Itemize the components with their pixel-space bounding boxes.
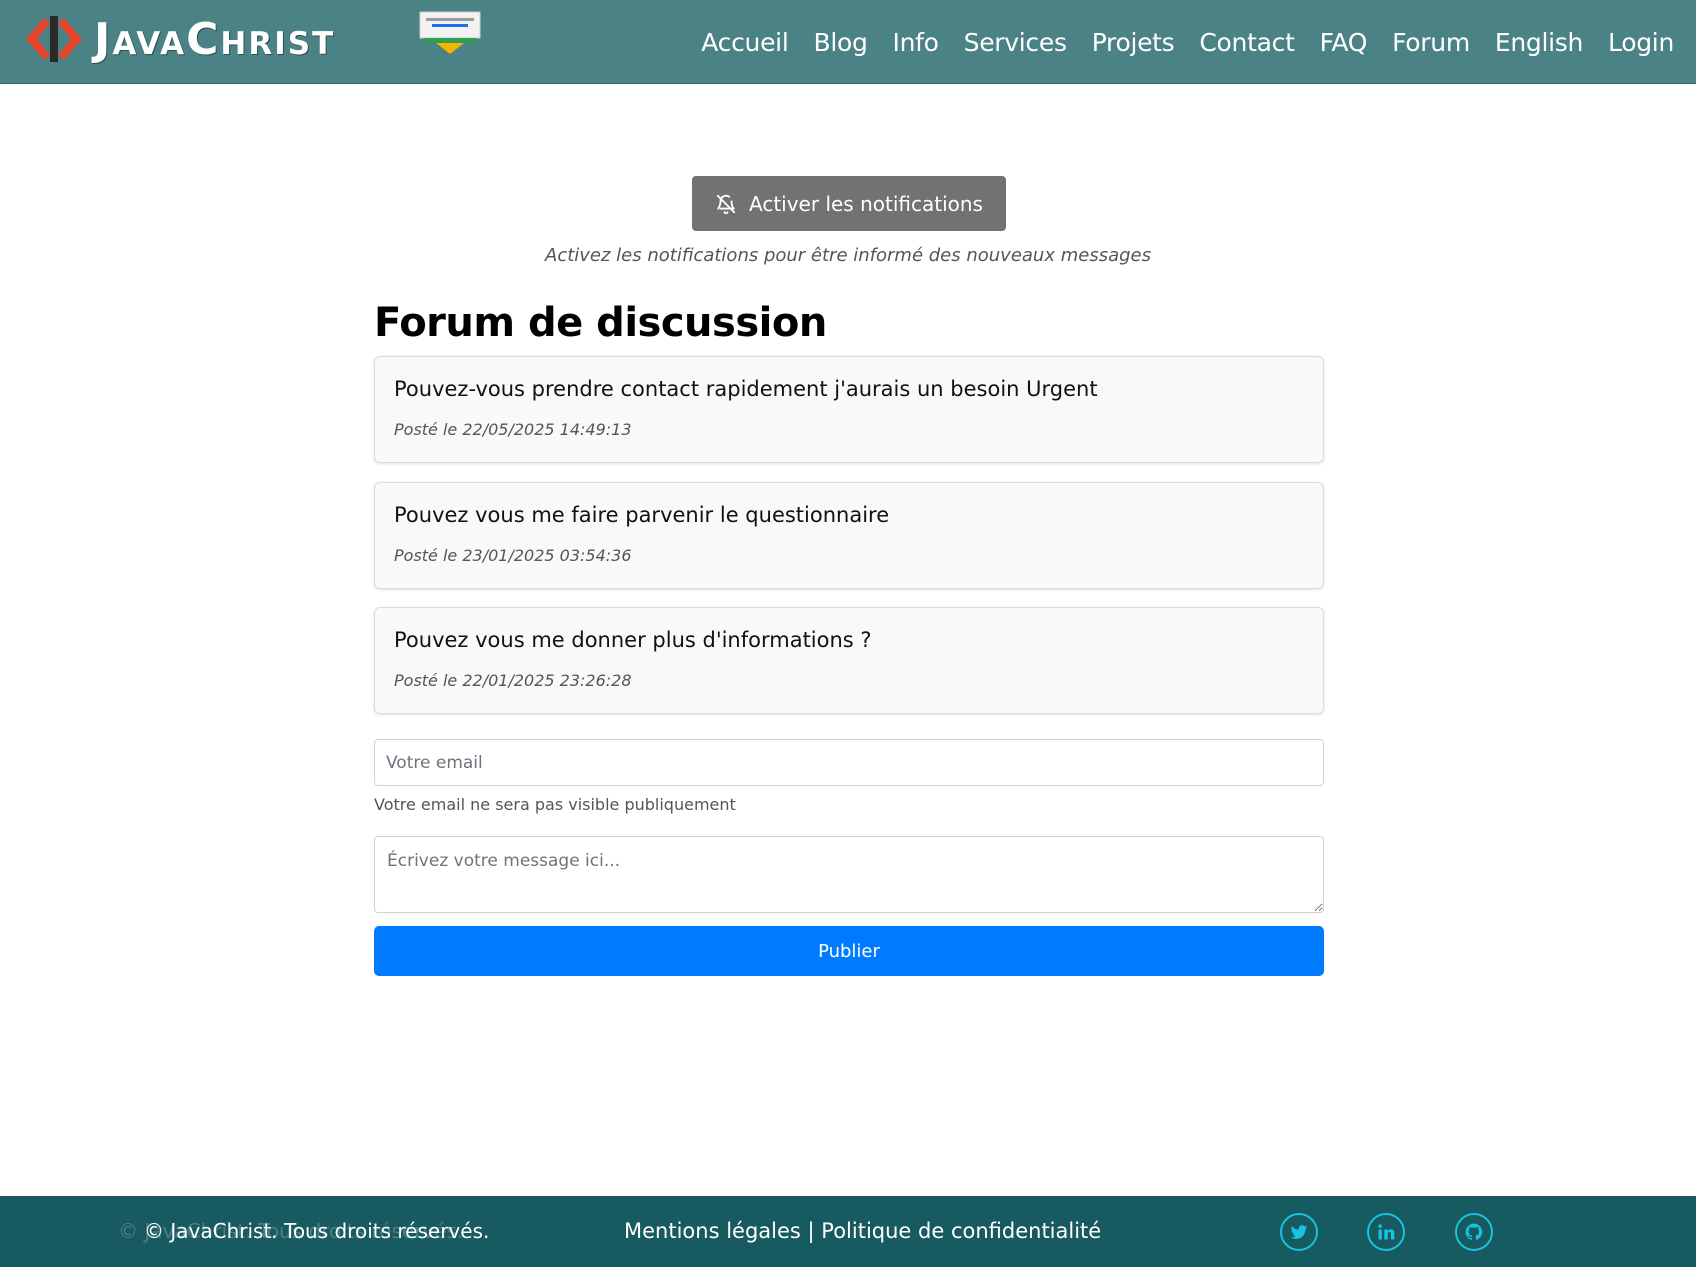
nav-projets[interactable]: Projets <box>1092 28 1175 57</box>
enable-notifications-label: Activer les notifications <box>749 191 983 216</box>
email-help-text: Votre email ne sera pas visible publique… <box>374 795 736 814</box>
nav-blog[interactable]: Blog <box>813 28 867 57</box>
forum-post: Pouvez-vous prendre contact rapidement j… <box>374 356 1324 463</box>
post-message: Pouvez-vous prendre contact rapidement j… <box>394 377 1098 401</box>
site-footer: © JavaChrist. Tous droits réservés. © Ja… <box>0 1196 1696 1267</box>
legal-links: Mentions légales | Politique de confiden… <box>624 1196 1101 1267</box>
nav-accueil[interactable]: Accueil <box>701 28 788 57</box>
link-separator: | <box>807 1219 815 1243</box>
nav-login[interactable]: Login <box>1608 28 1674 57</box>
bell-slash-icon <box>716 194 736 214</box>
forum-post: Pouvez vous me faire parvenir le questio… <box>374 482 1324 589</box>
notifications-hint: Activez les notifications pour être info… <box>545 245 1151 266</box>
forum-post: Pouvez vous me donner plus d'information… <box>374 607 1324 714</box>
main-nav: Accueil Blog Info Services Projets Conta… <box>701 0 1674 84</box>
nav-forum[interactable]: Forum <box>1392 28 1470 57</box>
post-date: Posté le 22/01/2025 23:26:28 <box>394 671 632 690</box>
post-date: Posté le 22/05/2025 14:49:13 <box>394 420 632 439</box>
brand-name[interactable]: JavaChrist <box>94 14 335 65</box>
twitter-icon[interactable] <box>1280 1213 1318 1251</box>
privacy-policy-link[interactable]: Politique de confidentialité <box>821 1219 1101 1243</box>
site-header: JavaChrist Accueil Blog Info Services Pr… <box>0 0 1696 84</box>
enable-notifications-button[interactable]: Activer les notifications <box>692 176 1006 231</box>
nav-contact[interactable]: Contact <box>1199 28 1294 57</box>
code-brackets-logo-icon[interactable] <box>22 12 86 66</box>
publish-button[interactable]: Publier <box>374 926 1324 976</box>
nav-faq[interactable]: FAQ <box>1320 28 1368 57</box>
certification-badge-icon <box>419 11 481 54</box>
linkedin-icon[interactable] <box>1367 1213 1405 1251</box>
nav-english[interactable]: English <box>1495 28 1583 57</box>
page-title: Forum de discussion <box>374 300 827 346</box>
post-date: Posté le 23/01/2025 03:54:36 <box>394 546 632 565</box>
nav-info[interactable]: Info <box>893 28 939 57</box>
copyright-text: © JavaChrist. Tous droits réservés. <box>144 1219 490 1243</box>
email-field[interactable] <box>374 739 1324 786</box>
legal-notice-link[interactable]: Mentions légales <box>624 1219 801 1243</box>
github-icon[interactable] <box>1455 1213 1493 1251</box>
message-textarea[interactable] <box>374 836 1324 913</box>
post-message: Pouvez vous me donner plus d'information… <box>394 628 872 652</box>
nav-services[interactable]: Services <box>964 28 1067 57</box>
post-message: Pouvez vous me faire parvenir le questio… <box>394 503 890 527</box>
